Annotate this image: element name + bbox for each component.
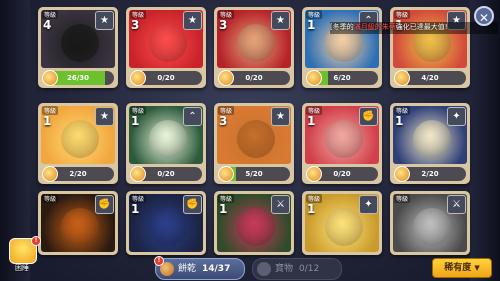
- level-value: 1: [307, 114, 316, 128]
- tab-treasures[interactable]: 寶物 0/12: [252, 258, 342, 280]
- cookies-tab-count: 14/37: [202, 264, 231, 274]
- level-value: 1: [219, 202, 228, 216]
- cookie-card[interactable]: 等級 1 ★ 4/20: [390, 7, 470, 88]
- cookies-alert-badge: !: [154, 256, 164, 266]
- cookie-card[interactable]: 等級 4 ★ 26/30: [38, 7, 118, 88]
- cookie-card[interactable]: 等級 ✊: [38, 191, 118, 255]
- right-wall: [470, 0, 500, 281]
- soulstone-icon: [394, 70, 410, 86]
- cookie-face-icon: [61, 208, 99, 246]
- level-value: 3: [131, 18, 140, 32]
- soulstone-icon: [306, 70, 322, 86]
- cookie-card[interactable]: 等級 1 ⚔: [214, 191, 294, 255]
- event-label: 困睡: [15, 264, 29, 272]
- position-icon: ✦: [359, 195, 378, 214]
- level-value: 1: [395, 114, 404, 128]
- level-value: 1: [131, 114, 140, 128]
- cookies-tab-label: 餅乾: [178, 264, 197, 274]
- cookie-face-icon: [149, 208, 187, 246]
- position-icon: ⚔: [271, 195, 290, 214]
- cookie-face-icon: [413, 120, 451, 158]
- cookie-face-icon: [413, 208, 451, 246]
- notice-suffix: 強化已達最大值!: [395, 23, 448, 31]
- soulstone-icon: [130, 166, 146, 182]
- treasures-tab-count: 0/12: [299, 264, 320, 274]
- cookie-card[interactable]: 等級 1 ⌃ 0/20: [126, 103, 206, 184]
- position-icon: ★: [271, 11, 290, 30]
- cookie-face-icon: [325, 120, 363, 158]
- cookie-card[interactable]: 等級 ⚔: [390, 191, 470, 255]
- cookie-face-icon: [237, 208, 275, 246]
- event-alert-badge: !: [31, 236, 41, 246]
- level-label: 等級: [394, 194, 411, 203]
- cookie-card[interactable]: 等級 3 ★ 0/20: [126, 7, 206, 88]
- cookie-face-icon: [237, 120, 275, 158]
- position-icon: ★: [95, 11, 114, 30]
- cookie-card[interactable]: 等級 1 ✊: [126, 191, 206, 255]
- position-icon: ✦: [447, 107, 466, 126]
- cookie-card[interactable]: 等級 1 ✊ 0/20: [302, 103, 382, 184]
- notice-highlight: 滿月級的朱蒂: [353, 23, 396, 31]
- cookie-face-icon: [149, 24, 187, 62]
- position-icon: ★: [183, 11, 202, 30]
- treasures-tab-label: 寶物: [275, 264, 294, 274]
- position-icon: ✊: [183, 195, 202, 214]
- cookie-face-icon: [61, 24, 99, 62]
- enhance-notice: [冬季的滿月級的朱蒂強化已達最大值!: [330, 22, 498, 34]
- soulstone-icon: [306, 166, 322, 182]
- treasure-icon: [257, 262, 271, 276]
- level-label: 等級: [42, 194, 59, 203]
- soulstone-icon: [218, 70, 234, 86]
- chevron-down-icon: ▼: [474, 264, 480, 272]
- position-icon: ✊: [95, 195, 114, 214]
- soulstone-icon: [42, 166, 58, 182]
- level-value: 1: [43, 114, 52, 128]
- position-icon: ★: [271, 107, 290, 126]
- sort-rarity-button[interactable]: 稀有度 ▼: [432, 258, 492, 278]
- soulstone-icon: [130, 70, 146, 86]
- position-icon: ✊: [359, 107, 378, 126]
- soulstone-icon: [394, 166, 410, 182]
- tab-cookies[interactable]: ! 餅乾 14/37: [154, 256, 245, 280]
- level-value: 1: [131, 202, 140, 216]
- soulstone-icon: [42, 70, 58, 86]
- cookie-face-icon: [325, 208, 363, 246]
- level-value: 3: [219, 114, 228, 128]
- cookie-face-icon: [61, 120, 99, 158]
- level-value: 4: [43, 18, 52, 32]
- cookie-card[interactable]: 等級 1 ✦ 2/20: [390, 103, 470, 184]
- cookie-card[interactable]: 等級 1 ✦: [302, 191, 382, 255]
- notice-prefix: [冬季的: [330, 23, 354, 31]
- soulstone-icon: [218, 166, 234, 182]
- position-icon: ★: [95, 107, 114, 126]
- level-value: 1: [307, 18, 316, 32]
- level-value: 1: [307, 202, 316, 216]
- close-button[interactable]: ✕: [474, 6, 494, 26]
- cookie-card[interactable]: 等級 3 ★ 0/20: [214, 7, 294, 88]
- position-icon: ⌃: [183, 107, 202, 126]
- event-button[interactable]: ! 困睡: [7, 236, 41, 274]
- cookie-face-icon: [149, 120, 187, 158]
- cookie-card[interactable]: 等級 1 ★ 2/20: [38, 103, 118, 184]
- cookie-grid: 等級 4 ★ 26/30 等級 3 ★ 0/20 等級 3 ★ 0/20 等級 1 ⌃ 6/20 等級 1 ★ 4/2…: [38, 7, 474, 255]
- cookie-face-icon: [237, 24, 275, 62]
- cookie-card[interactable]: 等級 1 ⌃ 6/20: [302, 7, 382, 88]
- position-icon: ⚔: [447, 195, 466, 214]
- cookie-card[interactable]: 等級 3 ★ 5/20: [214, 103, 294, 184]
- level-value: 3: [219, 18, 228, 32]
- close-icon: ✕: [478, 11, 490, 25]
- sort-label: 稀有度: [444, 263, 472, 273]
